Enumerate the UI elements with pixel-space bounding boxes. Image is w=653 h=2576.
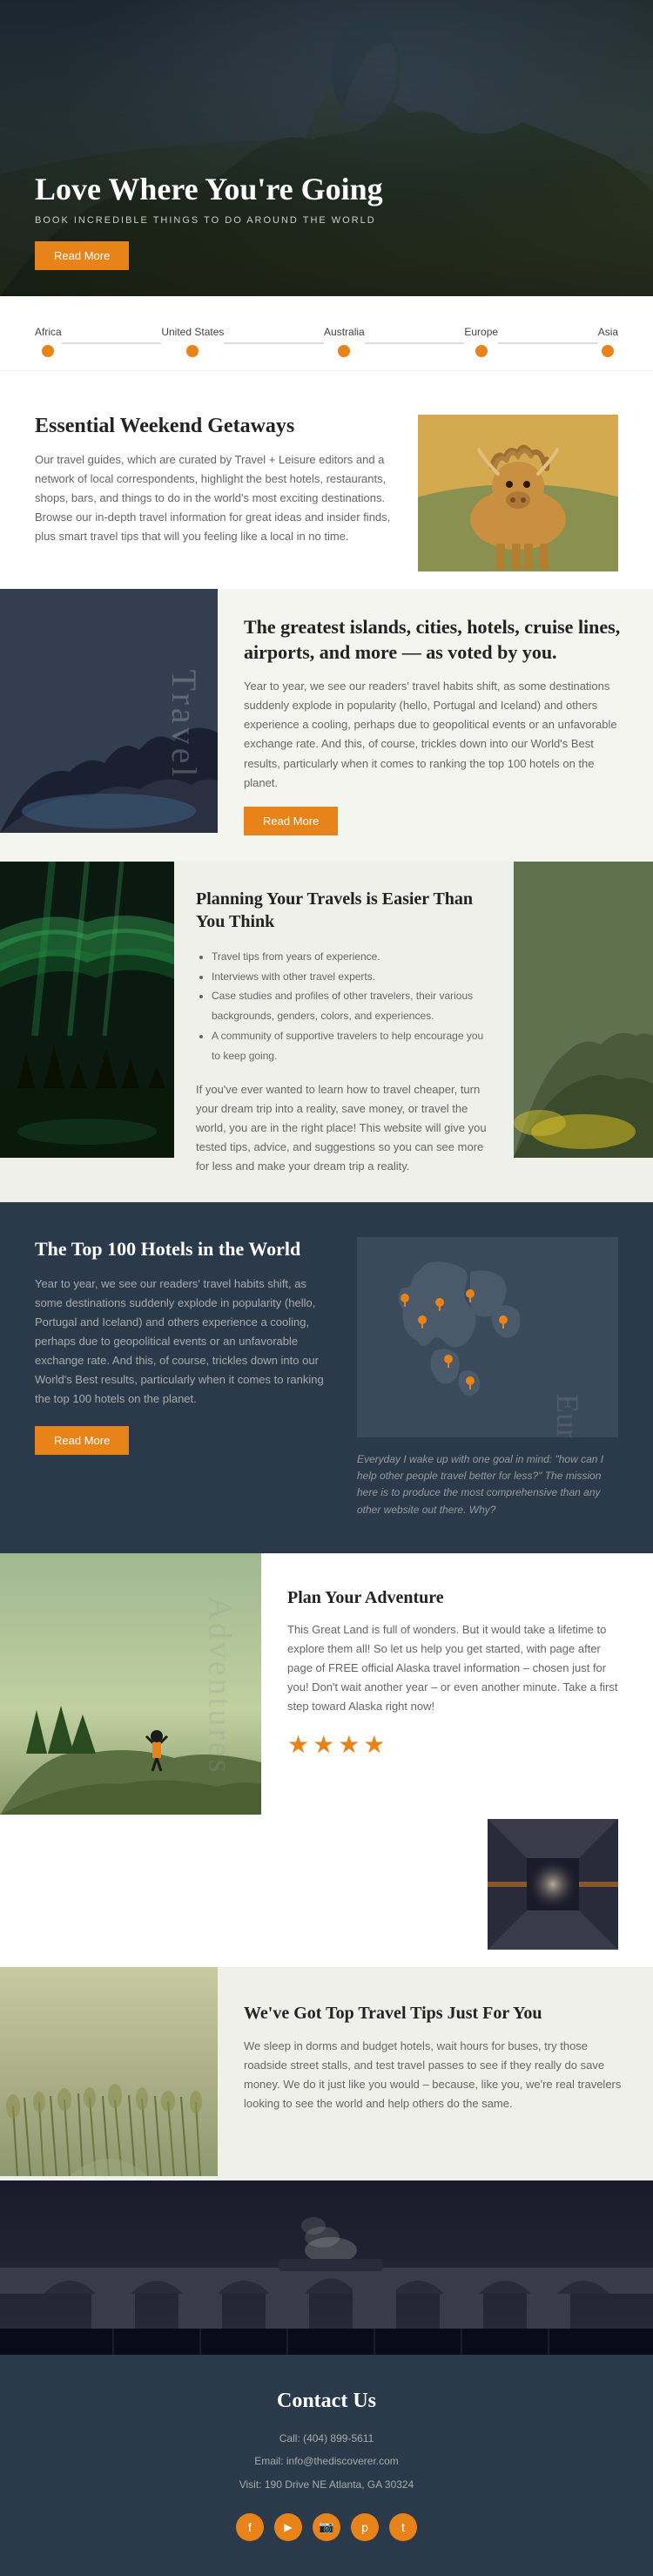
contact-section: Contact Us Call: (404) 899-5611 Email: i…: [0, 2355, 653, 2576]
top100-quote: Everyday I wake up with one goal in mind…: [357, 1451, 618, 1518]
tips-body: We sleep in dorms and budget hotels, wai…: [244, 2037, 627, 2113]
weekend-title: Essential Weekend Getaways: [35, 415, 392, 438]
top100-section: The Top 100 Hotels in the World Year to …: [0, 1202, 653, 1553]
contact-title: Contact Us: [35, 2390, 618, 2413]
hero-title: Love Where You're Going: [35, 171, 618, 208]
bullet-2: Interviews with other travel experts.: [212, 967, 492, 987]
viaduct-illustration-icon: [0, 2180, 653, 2355]
planning-bullets: Travel tips from years of experience. In…: [196, 947, 492, 1066]
adventure-body: This Great Land is full of wonders. But …: [287, 1620, 627, 1716]
europe-map: Europe: [357, 1237, 618, 1437]
travel-watermark: Travel: [164, 670, 205, 781]
aurora-image: [0, 862, 174, 1202]
tips-image-container: [0, 1967, 218, 2180]
weekend-image-container: [418, 415, 618, 571]
hero-content: Love Where You're Going BOOK INCREDIBLE …: [35, 171, 618, 270]
europe-map-icon: Europe: [357, 1237, 618, 1437]
nav-label-asia: Asia: [598, 326, 618, 338]
social-youtube-button[interactable]: ▶: [274, 2513, 302, 2541]
highland-cow-image: [418, 415, 618, 571]
voted-body: Year to year, we see our readers' travel…: [244, 677, 627, 793]
nav-dot-australia: [338, 345, 350, 357]
mountain-image: [514, 862, 653, 1202]
nav-line-1: [62, 342, 162, 344]
nav-label-africa: Africa: [35, 326, 62, 338]
nav-dot-asia: [602, 345, 614, 357]
contact-address: Visit: 190 Drive NE Atlanta, GA 30324: [35, 2473, 618, 2496]
social-tumblr-button[interactable]: t: [389, 2513, 417, 2541]
weekend-section: Essential Weekend Getaways Our travel gu…: [0, 371, 653, 589]
contact-info: Call: (404) 899-5611 Email: info@thedisc…: [35, 2427, 618, 2496]
mountain-illustration-icon: [514, 862, 653, 1158]
nav-line-2: [224, 342, 324, 344]
weekend-text: Essential Weekend Getaways Our travel gu…: [35, 415, 392, 571]
adventure-title: Plan Your Adventure: [287, 1588, 627, 1608]
nav-line-3: [365, 342, 465, 344]
contact-phone: Call: (404) 899-5611: [35, 2427, 618, 2450]
footer-bridge-image: [0, 2180, 653, 2355]
nav-label-europe: Europe: [464, 326, 498, 338]
top100-content: The Top 100 Hotels in the World Year to …: [35, 1237, 331, 1455]
nav-dot-africa: [42, 345, 54, 357]
voted-cta-button[interactable]: Read More: [244, 807, 338, 835]
social-facebook-button[interactable]: f: [236, 2513, 264, 2541]
tips-title: We've Got Top Travel Tips Just For You: [244, 2002, 627, 2025]
svg-text:Europe: Europe: [550, 1394, 585, 1437]
nav-dot-europe: [475, 345, 488, 357]
destination-nav: Africa United States Australia Europe As…: [0, 296, 653, 371]
nav-line-4: [498, 342, 598, 344]
cow-illustration-icon: [418, 415, 618, 571]
nav-stop-australia[interactable]: Australia: [324, 326, 365, 357]
nav-stop-us[interactable]: United States: [161, 326, 224, 357]
hero-section: Love Where You're Going BOOK INCREDIBLE …: [0, 0, 653, 296]
bullet-4: A community of supportive travelers to h…: [212, 1026, 492, 1066]
weekend-body: Our travel guides, which are curated by …: [35, 450, 392, 546]
europe-map-container: Europe Everyday I wake up with one goal …: [357, 1237, 618, 1518]
travel-voted-section: Travel The greatest islands, cities, hot…: [0, 589, 653, 862]
top100-body: Year to year, we see our readers' travel…: [35, 1274, 331, 1410]
voted-content: The greatest islands, cities, hotels, cr…: [218, 589, 653, 862]
tips-content: We've Got Top Travel Tips Just For You W…: [218, 1967, 653, 2180]
nav-label-australia: Australia: [324, 326, 365, 338]
adventures-watermark: Adventures: [200, 1597, 239, 1775]
planning-content: Planning Your Travels is Easier Than You…: [174, 862, 514, 1202]
tunnel-image-container: [0, 1819, 653, 1967]
tunnel-image: [488, 1819, 618, 1950]
grass-field-illustration-icon: [0, 1967, 218, 2176]
planning-title: Planning Your Travels is Easier Than You…: [196, 888, 492, 933]
hero-subtitle: BOOK INCREDIBLE THINGS TO DO AROUND THE …: [35, 215, 618, 226]
adventure-inner: Adventures Plan Your Adventure This Grea…: [0, 1553, 653, 1819]
social-instagram-button[interactable]: 📷: [313, 2513, 340, 2541]
contact-email: Email: info@thediscoverer.com: [35, 2450, 618, 2472]
adventure-stars: ★★★★: [287, 1730, 627, 1760]
adventure-content: Plan Your Adventure This Great Land is f…: [261, 1553, 653, 1819]
top100-cta-button[interactable]: Read More: [35, 1426, 129, 1455]
nav-stop-africa[interactable]: Africa: [35, 326, 62, 357]
adventure-section: Adventures Plan Your Adventure This Grea…: [0, 1553, 653, 1967]
rocky-landscape-image: Travel: [0, 589, 218, 862]
nav-stop-asia[interactable]: Asia: [598, 326, 618, 357]
social-icons-row: f ▶ 📷 p t: [35, 2513, 618, 2541]
adventure-landscape-image: Adventures: [0, 1553, 261, 1819]
planning-body: If you've ever wanted to learn how to tr…: [196, 1080, 492, 1176]
bullet-1: Travel tips from years of experience.: [212, 947, 492, 967]
top100-title: The Top 100 Hotels in the World: [35, 1237, 331, 1262]
planning-section: Planning Your Travels is Easier Than You…: [0, 862, 653, 1202]
tips-section: We've Got Top Travel Tips Just For You W…: [0, 1967, 653, 2180]
nav-label-us: United States: [161, 326, 224, 338]
bullet-3: Case studies and profiles of other trave…: [212, 986, 492, 1026]
aurora-illustration-icon: [0, 862, 174, 1158]
social-pinterest-button[interactable]: p: [351, 2513, 379, 2541]
tunnel-illustration-icon: [488, 1819, 618, 1950]
hero-cta-button[interactable]: Read More: [35, 241, 129, 270]
voted-title: The greatest islands, cities, hotels, cr…: [244, 615, 627, 665]
nav-dot-us: [186, 345, 199, 357]
nav-stop-europe[interactable]: Europe: [464, 326, 498, 357]
